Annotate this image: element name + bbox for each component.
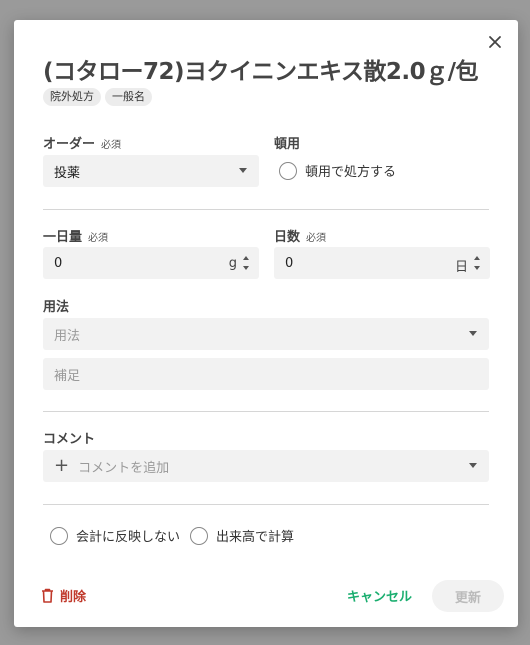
days-label-text: 日数	[274, 230, 301, 245]
order-select-value: 投薬	[54, 165, 81, 181]
trash-icon	[42, 588, 53, 603]
comment-add-placeholder: コメントを追加	[78, 460, 170, 476]
daily-amount-label: 一日量 必須	[43, 226, 108, 245]
order-label: オーダー 必須	[43, 133, 121, 152]
chevron-down-icon	[469, 331, 477, 336]
days-unit: 日	[454, 260, 468, 275]
days-required-badge: 必須	[306, 233, 327, 244]
divider	[43, 411, 489, 412]
dialog-title: (コタロー72)ヨクイニンエキス散2.0ｇ/包	[43, 59, 479, 85]
delete-button-label: 削除	[60, 590, 87, 605]
usage-select[interactable]: 用法	[43, 318, 489, 350]
daily-amount-required-badge: 必須	[88, 233, 109, 244]
comment-label: コメント	[43, 432, 96, 447]
order-select[interactable]: 投薬	[43, 155, 259, 187]
radio-button[interactable]	[50, 526, 68, 545]
days-stepper[interactable]	[473, 254, 481, 272]
days-value: 0	[285, 255, 294, 271]
usage-supplement-placeholder: 補足	[54, 368, 81, 384]
chevron-down-icon	[239, 168, 247, 173]
tonpuku-label: 頓用	[274, 137, 301, 152]
cancel-button[interactable]: キャンセル	[347, 586, 412, 605]
daily-amount-input[interactable]: 0 g	[43, 247, 259, 279]
stepper-up-icon[interactable]	[243, 256, 249, 260]
daily-amount-stepper[interactable]	[242, 254, 250, 272]
delete-button[interactable]: 削除	[41, 586, 86, 605]
billing-exclude-label: 会計に反映しない	[76, 530, 181, 545]
daily-amount-unit: g	[228, 256, 237, 271]
stepper-up-icon[interactable]	[474, 256, 480, 260]
tonpuku-radio[interactable]: 頓用で処方する	[279, 161, 396, 180]
daily-amount-value: 0	[54, 255, 63, 271]
tonpuku-radio-label: 頓用で処方する	[305, 165, 397, 180]
dekidaka-label: 出来高で計算	[216, 530, 295, 545]
days-input[interactable]: 0 日	[274, 247, 490, 279]
daily-amount-label-text: 一日量	[43, 230, 83, 245]
usage-select-placeholder: 用法	[54, 328, 81, 344]
radio-button[interactable]	[279, 161, 297, 180]
billing-exclude-radio[interactable]: 会計に反映しない	[50, 526, 180, 545]
close-icon	[489, 36, 501, 48]
divider	[43, 209, 489, 210]
usage-label: 用法	[43, 300, 70, 315]
tag-outpatient: 院外処方	[43, 88, 101, 106]
tag-generic-name: 一般名	[105, 88, 152, 106]
usage-supplement-input[interactable]: 補足	[43, 358, 489, 390]
order-required-badge: 必須	[101, 140, 122, 151]
plus-icon: +	[54, 455, 70, 476]
stepper-down-icon[interactable]	[474, 266, 480, 270]
stepper-down-icon[interactable]	[243, 266, 249, 270]
update-button[interactable]: 更新	[432, 580, 504, 612]
dekidaka-radio[interactable]: 出来高で計算	[190, 526, 294, 545]
close-button[interactable]	[486, 33, 504, 51]
chevron-down-icon	[469, 463, 477, 468]
comment-add-select[interactable]: + コメントを追加	[43, 450, 489, 482]
tag-list: 院外処方 一般名	[43, 88, 152, 106]
radio-button[interactable]	[190, 526, 208, 545]
divider	[43, 504, 489, 505]
days-label: 日数 必須	[274, 226, 326, 245]
order-label-text: オーダー	[43, 137, 96, 152]
prescription-dialog: (コタロー72)ヨクイニンエキス散2.0ｇ/包 院外処方 一般名 オーダー 必須 …	[14, 20, 518, 627]
